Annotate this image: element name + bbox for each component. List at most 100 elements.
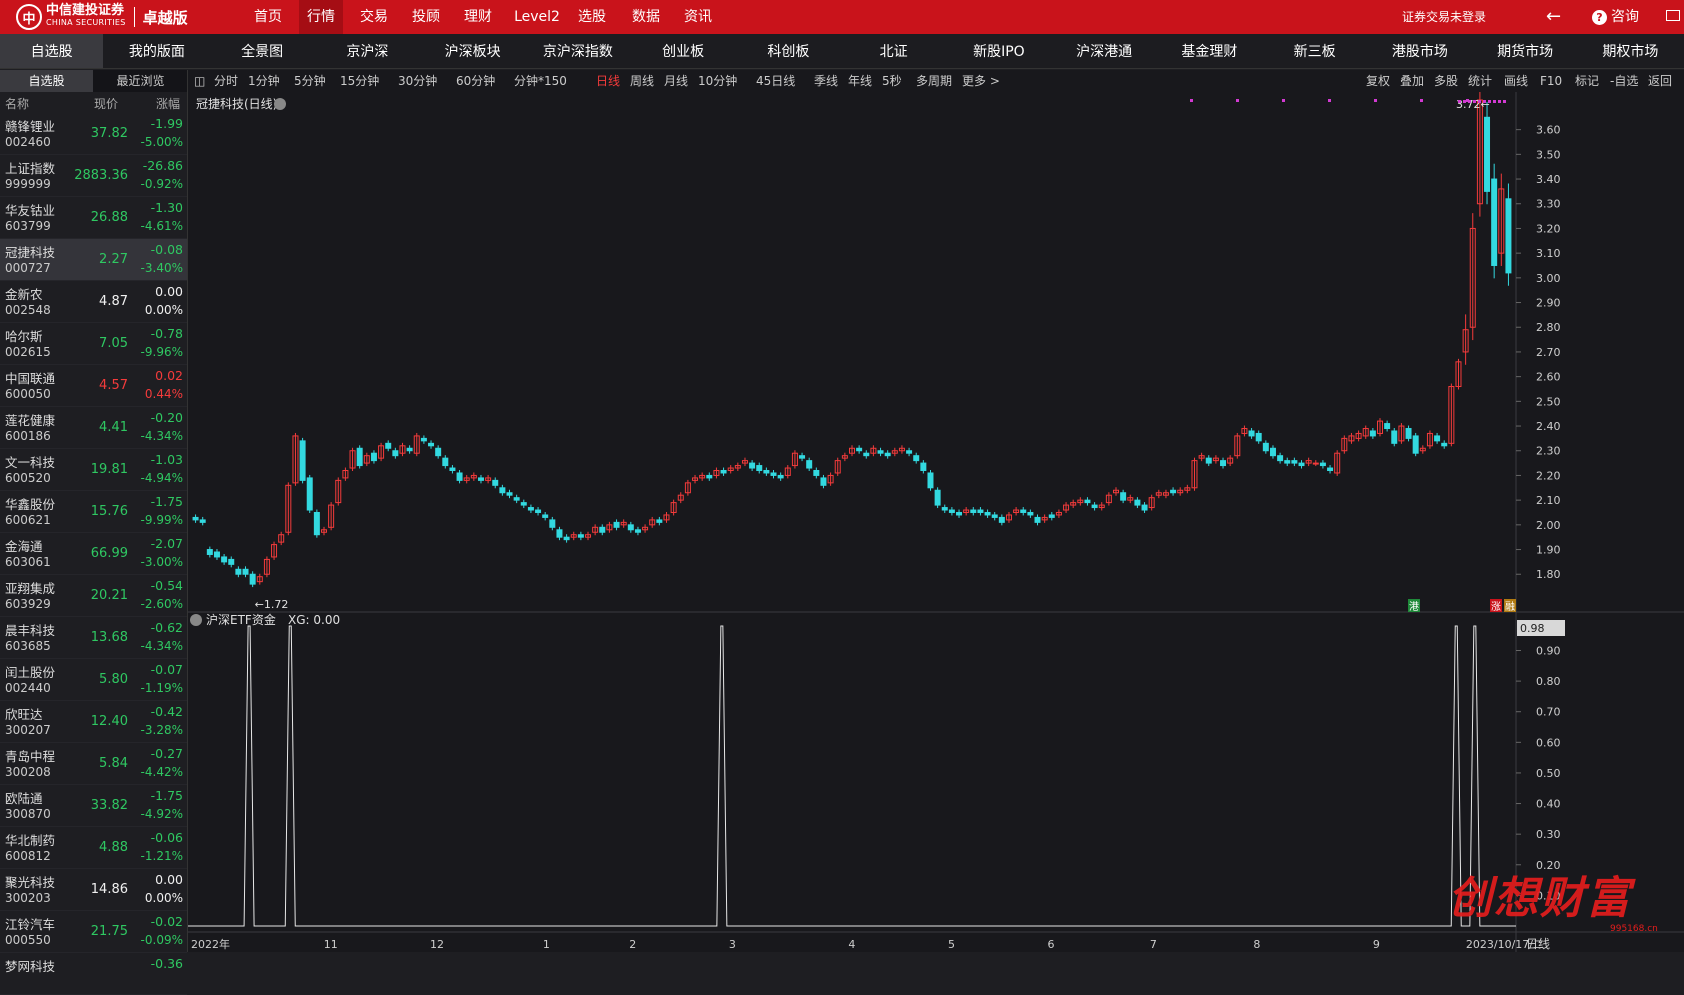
- market-tab[interactable]: 期权市场: [1579, 34, 1682, 68]
- chart-tool-button[interactable]: F10: [1540, 70, 1562, 92]
- period-tab[interactable]: 30分钟: [398, 70, 437, 92]
- market-tab[interactable]: 京沪深: [316, 34, 419, 68]
- candle-body: [1170, 489, 1177, 494]
- market-tab[interactable]: 全景图: [211, 34, 314, 68]
- period-tab[interactable]: 5分钟: [294, 70, 326, 92]
- chart-area[interactable]: 冠捷科技(日线) 3.60 3.50 3.40 3.30 3.20 3.10 3.00 2.90…: [188, 84, 1684, 956]
- stock-row[interactable]: 上证指数 999999 2883.36 -26.86 -0.92%: [0, 155, 187, 197]
- stock-price: 4.57: [99, 378, 128, 393]
- period-tab[interactable]: 15分钟: [340, 70, 379, 92]
- stock-row[interactable]: 聚光科技 300203 14.86 0.00 0.00%: [0, 869, 187, 911]
- stock-row[interactable]: 冠捷科技 000727 2.27 -0.08 -3.40%: [0, 239, 187, 281]
- market-tab[interactable]: 期货市场: [1474, 34, 1577, 68]
- topnav-item[interactable]: 交易: [352, 0, 396, 34]
- stock-row[interactable]: 欧陆通 300870 33.82 -1.75 -4.92%: [0, 785, 187, 827]
- stock-name: 聚光科技: [5, 875, 56, 890]
- market-tab[interactable]: 港股市场: [1368, 34, 1471, 68]
- candle-body: [206, 549, 213, 555]
- candle-body: [477, 477, 484, 481]
- chart-tool-button[interactable]: 标记: [1575, 70, 1599, 92]
- stock-row[interactable]: 闰土股份 002440 5.80 -0.07 -1.19%: [0, 659, 187, 701]
- chart-tool-button[interactable]: 多股: [1434, 70, 1458, 92]
- stock-row[interactable]: 莲花健康 600186 4.41 -0.20 -4.34%: [0, 407, 187, 449]
- chart-tool-button[interactable]: 复权: [1366, 70, 1390, 92]
- chart-tool-button[interactable]: 返回: [1648, 70, 1672, 92]
- topnav-item[interactable]: 选股: [570, 0, 614, 34]
- tab-recent[interactable]: 最近浏览: [94, 70, 187, 92]
- period-tab[interactable]: 10分钟: [698, 70, 737, 92]
- period-tab[interactable]: 日线: [596, 70, 620, 92]
- chart-tool-button[interactable]: 统计: [1468, 70, 1492, 92]
- market-tab[interactable]: 新股IPO: [947, 34, 1050, 68]
- signal-dot: [1374, 99, 1377, 102]
- stock-row[interactable]: 中国联通 600050 4.57 0.02 0.44%: [0, 365, 187, 407]
- market-tab[interactable]: 京沪深指数: [526, 34, 629, 68]
- period-tab[interactable]: 60分钟: [456, 70, 495, 92]
- chart-tool-button[interactable]: 叠加: [1400, 70, 1424, 92]
- stock-row[interactable]: 亚翔集成 603929 20.21 -0.54 -2.60%: [0, 575, 187, 617]
- period-tab[interactable]: 1分钟: [248, 70, 280, 92]
- period-tab[interactable]: 分钟*150: [514, 70, 567, 92]
- stock-row[interactable]: 江铃汽车 000550 21.75 -0.02 -0.09%: [0, 911, 187, 953]
- stock-row[interactable]: 华北制药 600812 4.88 -0.06 -1.21%: [0, 827, 187, 869]
- col-name[interactable]: 名称: [5, 95, 29, 112]
- market-tab[interactable]: 沪深港通: [1053, 34, 1156, 68]
- topnav-item[interactable]: 首页: [246, 0, 290, 34]
- candle-body: [799, 455, 806, 459]
- back-arrow-icon[interactable]: ←: [1546, 0, 1561, 34]
- signal-dot: [1483, 100, 1486, 103]
- tab-watchlist[interactable]: 自选股: [0, 70, 93, 92]
- signal-dot: [1498, 100, 1501, 103]
- indicator-tick-label: 0.50: [1536, 767, 1561, 780]
- price-tick-label: 2.40: [1536, 420, 1561, 433]
- market-tab[interactable]: 科创板: [737, 34, 840, 68]
- watermark: 创想财富: [1448, 873, 1632, 924]
- stock-change-pct: 0.00%: [144, 891, 183, 905]
- chart-tool-button[interactable]: 画线: [1504, 70, 1528, 92]
- stock-row[interactable]: 青岛中程 300208 5.84 -0.27 -4.42%: [0, 743, 187, 785]
- stock-row[interactable]: 金新农 002548 4.87 0.00 0.00%: [0, 281, 187, 323]
- period-tab[interactable]: 5秒: [882, 70, 902, 92]
- stock-row[interactable]: 哈尔斯 002615 7.05 -0.78 -9.96%: [0, 323, 187, 365]
- period-tab[interactable]: 多周期: [916, 70, 952, 92]
- consult-button[interactable]: ? 咨询: [1592, 0, 1639, 34]
- market-tab[interactable]: 新三板: [1263, 34, 1366, 68]
- topnav-item[interactable]: 资讯: [676, 0, 720, 34]
- period-tab[interactable]: 更多 >: [962, 70, 1000, 92]
- topnav-item[interactable]: 数据: [624, 0, 668, 34]
- stock-row[interactable]: 金海通 603061 66.99 -2.07 -3.00%: [0, 533, 187, 575]
- stock-row[interactable]: 欣旺达 300207 12.40 -0.42 -3.28%: [0, 701, 187, 743]
- market-tab[interactable]: 基金理财: [1158, 34, 1261, 68]
- period-tab[interactable]: 45日线: [756, 70, 795, 92]
- col-price[interactable]: 现价: [94, 95, 118, 112]
- col-change[interactable]: 涨幅: [156, 95, 180, 112]
- stock-code: 600186: [5, 429, 51, 443]
- mail-icon[interactable]: [1666, 10, 1680, 21]
- stock-row[interactable]: 梦网科技 -0.36: [0, 953, 187, 995]
- chart-tool-button[interactable]: -自选: [1610, 70, 1638, 92]
- market-tab[interactable]: 北证: [842, 34, 945, 68]
- market-tab[interactable]: 自选股: [0, 34, 104, 68]
- stock-row[interactable]: 华友钴业 603799 26.88 -1.30 -4.61%: [0, 197, 187, 239]
- market-tab[interactable]: 我的版面: [105, 34, 208, 68]
- period-tab[interactable]: 季线: [814, 70, 838, 92]
- period-tab[interactable]: 分时: [214, 70, 238, 92]
- sidebar-toggle-icon[interactable]: ◫: [194, 70, 205, 92]
- stock-row[interactable]: 赣锋锂业 002460 37.82 -1.99 -5.00%: [0, 113, 187, 155]
- topnav-item[interactable]: 投顾: [404, 0, 448, 34]
- period-tab[interactable]: 周线: [630, 70, 654, 92]
- candle-body: [370, 452, 377, 462]
- topnav-item[interactable]: Level2: [508, 0, 566, 34]
- login-status[interactable]: 证券交易未登录: [1402, 0, 1486, 34]
- period-tab[interactable]: 月线: [664, 70, 688, 92]
- stock-row[interactable]: 文一科技 600520 19.81 -1.03 -4.94%: [0, 449, 187, 491]
- market-tab[interactable]: 创业板: [632, 34, 735, 68]
- period-tab[interactable]: 年线: [848, 70, 872, 92]
- stock-row[interactable]: 华鑫股份 600621 15.76 -1.75 -9.99%: [0, 491, 187, 533]
- stock-row[interactable]: 晨丰科技 603685 13.68 -0.62 -4.34%: [0, 617, 187, 659]
- topnav-item[interactable]: 理财: [456, 0, 500, 34]
- indicator-xg: XG: 0.00: [288, 613, 340, 627]
- candle-body: [1327, 467, 1334, 471]
- topnav-item[interactable]: 行情: [299, 0, 343, 34]
- market-tab[interactable]: 沪深板块: [421, 34, 524, 68]
